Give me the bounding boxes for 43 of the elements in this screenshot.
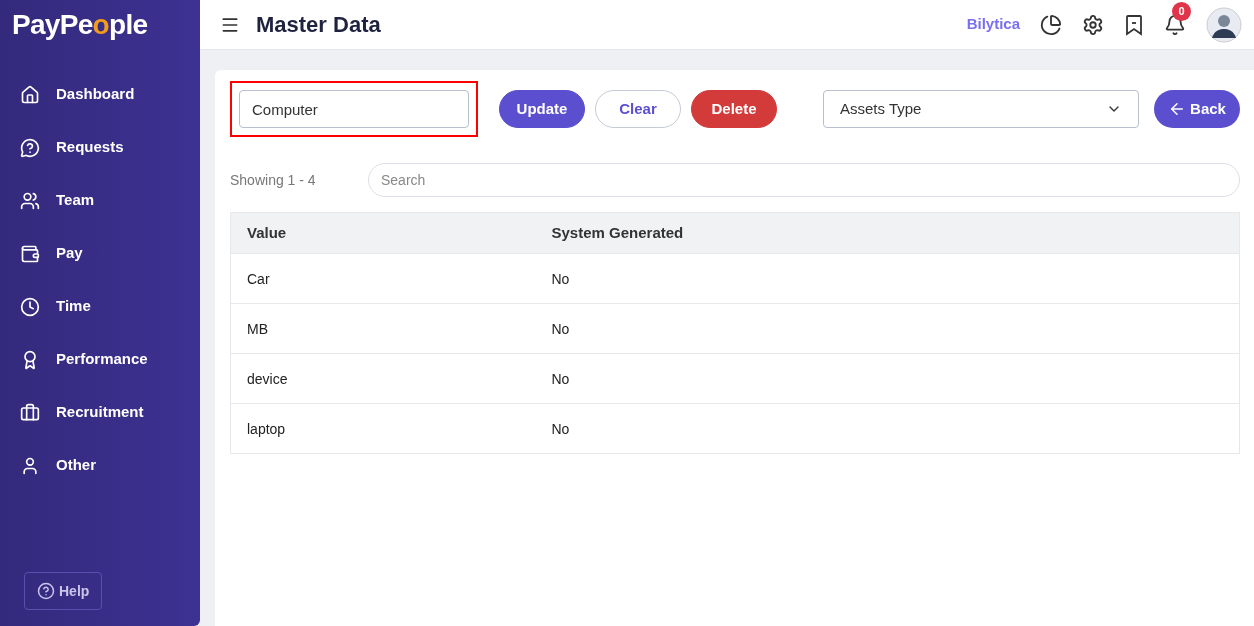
bookmark-icon[interactable] xyxy=(1124,13,1144,36)
table-cell: Car xyxy=(230,253,536,304)
sidebar-item[interactable]: Pay xyxy=(0,227,200,280)
sidebar-item[interactable]: Team xyxy=(0,174,200,227)
avatar-icon[interactable] xyxy=(1206,6,1242,43)
table-cell: No xyxy=(535,253,1240,304)
search-field[interactable]: Search xyxy=(368,163,1240,197)
showing-count: Showing 1 - 4 xyxy=(230,171,317,190)
sidebar-item[interactable]: Requests xyxy=(0,121,200,174)
sidebar-item[interactable]: Dashboard xyxy=(0,68,200,121)
value-field[interactable]: Computer xyxy=(239,90,469,128)
home-icon xyxy=(20,84,40,105)
table-cell: No xyxy=(535,403,1240,454)
sidebar-item[interactable]: Recruitment xyxy=(0,386,200,439)
delete-button[interactable]: Delete xyxy=(691,90,777,128)
help-button[interactable]: Help xyxy=(24,572,103,610)
sidebar-item[interactable]: Time xyxy=(0,280,200,333)
logo: PayPeople xyxy=(12,8,148,42)
table-cell: MB xyxy=(230,303,536,354)
type-select[interactable]: Assets Type xyxy=(823,90,1139,128)
person-icon xyxy=(20,455,40,476)
briefcase-icon xyxy=(20,402,40,423)
wallet-icon xyxy=(20,243,40,264)
help-icon xyxy=(37,582,55,600)
update-button[interactable]: Update xyxy=(499,90,585,128)
table-cell: No xyxy=(535,353,1240,404)
company-name[interactable]: Bilytica xyxy=(966,13,1020,36)
table-cell: laptop xyxy=(230,403,536,454)
column-header: System Generated xyxy=(535,212,1240,254)
clear-button[interactable]: Clear xyxy=(595,90,681,128)
page-title: Master Data xyxy=(256,11,381,39)
notification-badge: 0 xyxy=(1172,1,1191,21)
column-header: Value xyxy=(230,212,536,254)
table-cell: device xyxy=(230,353,536,404)
settings-icon[interactable] xyxy=(1082,13,1104,36)
sidebar-item[interactable]: Other xyxy=(0,439,200,492)
pie-chart-icon[interactable] xyxy=(1040,13,1062,36)
sidebar-item[interactable]: Performance xyxy=(0,333,200,386)
table-cell: No xyxy=(535,303,1240,354)
notification-icon[interactable] xyxy=(1164,13,1186,36)
back-button[interactable]: Back xyxy=(1154,90,1240,128)
clock-icon xyxy=(20,296,40,317)
people-icon xyxy=(20,190,40,211)
